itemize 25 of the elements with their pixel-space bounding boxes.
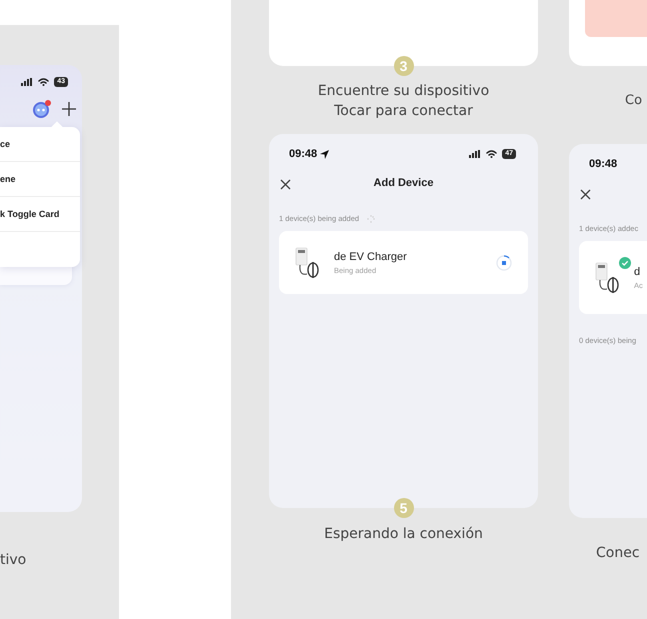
- device-name: d: [634, 266, 642, 278]
- signal-icon: [469, 150, 482, 158]
- screen-title: Add Device: [374, 177, 434, 189]
- step-caption: Conec: [595, 545, 640, 563]
- step-caption: Esperando la conexión: [324, 526, 483, 544]
- close-icon[interactable]: [280, 178, 291, 190]
- step-caption: Tocar para conectar: [334, 102, 473, 121]
- wifi-icon: [38, 78, 50, 86]
- menu-item[interactable]: ene: [0, 162, 80, 197]
- step-badge: 3: [394, 56, 414, 76]
- step-badge: 5: [394, 498, 414, 518]
- add-icon[interactable]: [62, 102, 76, 116]
- signal-icon: [21, 78, 34, 86]
- menu-item[interactable]: k Toggle Card: [0, 197, 80, 232]
- close-icon[interactable]: [580, 188, 591, 200]
- step-caption: tivo: [0, 552, 28, 568]
- menu-item[interactable]: ce: [0, 127, 80, 162]
- device-name: de EV Charger: [334, 250, 408, 262]
- robot-avatar-icon[interactable]: [32, 99, 52, 119]
- status-time: 09:48: [289, 148, 318, 160]
- step-caption: Co: [624, 92, 644, 110]
- wifi-icon: [486, 150, 498, 158]
- loading-spinner-icon: [367, 214, 376, 222]
- step-caption: Encuentre su dispositivo: [318, 82, 490, 101]
- status-time: 09:48: [589, 158, 618, 170]
